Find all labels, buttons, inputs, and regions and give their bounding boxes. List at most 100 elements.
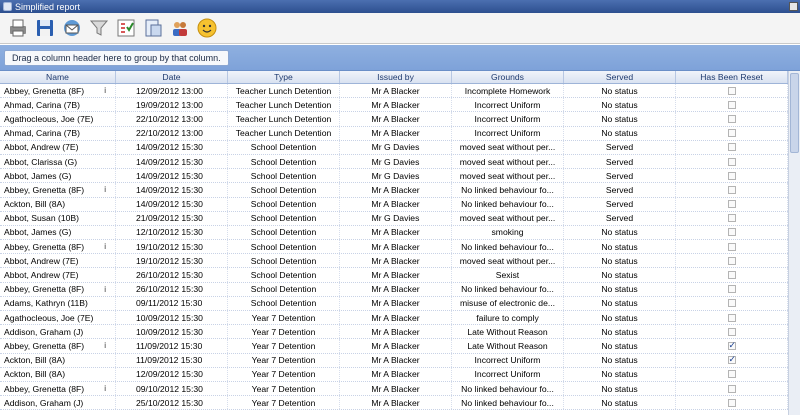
email-button[interactable] — [60, 16, 84, 40]
table-row[interactable]: Abbey, Grenetta (8F) i 11/09/2012 15:30 Yea… — [0, 339, 788, 354]
print-button[interactable] — [6, 16, 30, 40]
reset-checkbox[interactable] — [727, 285, 736, 294]
reset-checkbox[interactable] — [727, 370, 736, 379]
reset-checkbox[interactable] — [727, 86, 736, 95]
vertical-scrollbar[interactable] — [788, 71, 800, 415]
column-header-grounds[interactable]: Grounds — [452, 71, 564, 83]
cell-type: School Detention — [228, 211, 340, 225]
table-row[interactable]: Addison, Graham (J) 10/09/2012 15:30 Year … — [0, 325, 788, 340]
student-name: Agathocleous, Joe (7E) — [4, 312, 94, 323]
cell-issued-by: Mr G Davies — [340, 154, 452, 169]
table-row[interactable]: Abbey, Grenetta (8F) i 19/10/2012 15:30 Sch… — [0, 240, 788, 255]
reset-checkbox[interactable] — [727, 256, 736, 265]
cell-type: Year 7 Detention — [228, 381, 340, 396]
smiley-icon — [197, 18, 217, 38]
group-by-panel[interactable]: Drag a column header here to group by th… — [0, 45, 800, 71]
reset-checkbox[interactable] — [727, 299, 736, 308]
window-control-button[interactable] — [789, 2, 798, 11]
smiley-button[interactable] — [195, 16, 219, 40]
cell-has-been-reset — [676, 197, 788, 211]
table-row[interactable]: Abbot, James (G) 12/10/2012 15:30 School D… — [0, 225, 788, 241]
table-row[interactable]: Ackton, Bill (8A) 14/09/2012 15:30 School … — [0, 197, 788, 212]
cell-served: No status — [564, 296, 676, 310]
table-row[interactable]: Abbey, Grenetta (8F) i 14/09/2012 15:30 Sch… — [0, 183, 788, 198]
reset-checkbox[interactable] — [727, 171, 736, 180]
cell-name: Abbey, Grenetta (8F) i — [0, 84, 116, 98]
info-icon[interactable]: i — [104, 242, 106, 251]
column-header-issued-by[interactable]: Issued by — [340, 71, 452, 83]
reset-checkbox[interactable] — [727, 242, 736, 251]
reset-checkbox[interactable] — [727, 327, 736, 336]
info-icon[interactable]: i — [104, 285, 106, 294]
reset-checkbox[interactable] — [727, 114, 736, 123]
reset-checkbox[interactable] — [727, 185, 736, 194]
column-header-name[interactable]: Name — [0, 71, 116, 83]
cell-type: Teacher Lunch Detention — [228, 112, 340, 126]
info-icon[interactable]: i — [104, 86, 106, 95]
table-row[interactable]: Abbot, Andrew (7E) 14/09/2012 15:30 School… — [0, 140, 788, 155]
cell-date: 10/09/2012 15:30 — [116, 325, 228, 339]
reset-checkbox[interactable] — [727, 313, 736, 322]
reset-checkbox[interactable] — [727, 157, 736, 166]
cell-served: No status — [564, 396, 676, 410]
reset-checkbox[interactable] — [727, 214, 736, 223]
student-name: Abbot, Susan (10B) — [4, 213, 80, 224]
table-row[interactable]: Agathocleous, Joe (7E) 10/09/2012 15:30 Ye… — [0, 311, 788, 326]
cell-name: Ackton, Bill (8A) — [0, 353, 116, 367]
table-row[interactable]: Abbot, Clarissa (G) 14/09/2012 15:30 Schoo… — [0, 154, 788, 170]
save-button[interactable] — [33, 16, 57, 40]
reset-checkbox[interactable] — [727, 384, 736, 393]
table-row[interactable]: Adams, Kathryn (11B) 09/11/2012 15:30 Scho… — [0, 296, 788, 311]
cell-name: Ahmad, Carina (7B) — [0, 126, 116, 140]
table-row[interactable]: Abbey, Grenetta (8F) i 09/10/2012 15:30 Yea… — [0, 381, 788, 397]
reset-checkbox[interactable] — [727, 228, 736, 237]
reset-checkbox[interactable] — [727, 271, 736, 280]
cell-date: 25/10/2012 15:30 — [116, 396, 228, 410]
table-row[interactable]: Ahmad, Carina (7B) 22/10/2012 13:00 Teache… — [0, 126, 788, 141]
table-row[interactable]: Abbey, Grenetta (8F) i 26/10/2012 15:30 Sch… — [0, 282, 788, 297]
info-icon[interactable]: i — [104, 341, 106, 350]
cell-has-been-reset — [676, 367, 788, 381]
cell-served: No status — [564, 112, 676, 126]
reset-checkbox[interactable] — [727, 200, 736, 209]
export-button[interactable] — [141, 16, 165, 40]
table-row[interactable]: Addison, Graham (J) 25/10/2012 15:30 Year … — [0, 396, 788, 411]
reset-checkbox[interactable] — [727, 354, 736, 365]
reset-checkbox[interactable] — [727, 100, 736, 109]
scrollbar-thumb[interactable] — [790, 73, 799, 153]
cell-served: No status — [564, 84, 676, 98]
checklist-button[interactable] — [114, 16, 138, 40]
users-button[interactable] — [168, 16, 192, 40]
table-row[interactable]: Ahmad, Carina (7B) 19/09/2012 13:00 Teache… — [0, 98, 788, 113]
reset-checkbox[interactable] — [727, 398, 736, 407]
table-row[interactable]: Abbey, Grenetta (8F) i 12/09/2012 13:00 Tea… — [0, 84, 788, 99]
table-row[interactable]: Ackton, Bill (8A) 11/09/2012 15:30 Year 7 … — [0, 353, 788, 368]
table-row[interactable]: Abbot, Andrew (7E) 26/10/2012 15:30 School… — [0, 268, 788, 283]
filter-button[interactable] — [87, 16, 111, 40]
export-icon — [145, 19, 162, 37]
reset-checkbox[interactable] — [727, 143, 736, 152]
cell-name: Abbey, Grenetta (8F) i — [0, 183, 116, 197]
cell-type: Teacher Lunch Detention — [228, 98, 340, 112]
table-row[interactable]: Abbot, James (G) 14/09/2012 15:30 School D… — [0, 169, 788, 184]
column-header-date[interactable]: Date — [116, 71, 228, 83]
column-header-served[interactable]: Served — [564, 71, 676, 83]
table-row[interactable]: Abbot, Andrew (7E) 19/10/2012 15:30 School… — [0, 254, 788, 269]
student-name: Ahmad, Carina (7B) — [4, 99, 80, 110]
cell-issued-by: Mr A Blacker — [340, 240, 452, 254]
table-row[interactable]: Abbot, Susan (10B) 21/09/2012 15:30 School… — [0, 211, 788, 226]
table-row[interactable]: Agathocleous, Joe (7E) 22/10/2012 13:00 Te… — [0, 112, 788, 127]
users-icon — [173, 22, 187, 36]
info-icon[interactable]: i — [104, 185, 106, 194]
reset-checkbox[interactable] — [727, 340, 736, 351]
cell-served: No status — [564, 311, 676, 325]
report-grid: Name Date Type Issued by Grounds Served … — [0, 71, 788, 411]
window-title: Simplified report — [15, 1, 81, 12]
column-header-type[interactable]: Type — [228, 71, 340, 83]
table-row[interactable]: Ackton, Bill (8A) 12/09/2012 15:30 Year 7 … — [0, 367, 788, 382]
reset-checkbox[interactable] — [727, 129, 736, 138]
cell-grounds: moved seat without per... — [452, 169, 564, 183]
column-header-has-been-reset[interactable]: Has Been Reset — [676, 71, 788, 83]
info-icon[interactable]: i — [104, 384, 106, 393]
cell-served: No status — [564, 126, 676, 140]
